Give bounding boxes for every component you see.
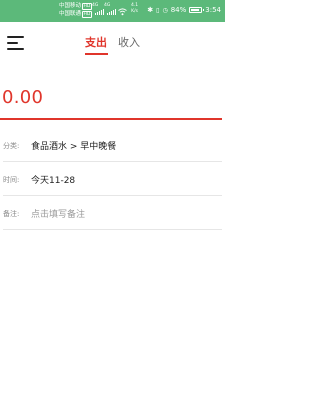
vibrate-icon: ▯: [156, 6, 160, 14]
amount-underline: [0, 118, 222, 120]
carrier1-hd-badge: HD: [82, 3, 92, 10]
carrier2-name: 中国联通: [59, 11, 82, 17]
tab-income[interactable]: 收入: [118, 34, 140, 50]
network1-label: 4G: [92, 3, 99, 8]
toolbar: 支出 收入: [0, 22, 225, 56]
category-label: 分类:: [3, 142, 20, 150]
carrier2-hd-badge: HD: [82, 11, 92, 18]
note-input[interactable]: 点击填写备注: [31, 207, 85, 220]
menu-icon[interactable]: [7, 36, 24, 50]
tab-expense[interactable]: 支出: [85, 34, 107, 50]
wifi-icon: [118, 8, 127, 16]
divider: [3, 229, 222, 230]
carrier-info: 中国移动 HD 中国联通 HD: [59, 2, 92, 18]
network-speed: 4.1 K/s: [131, 3, 138, 15]
status-right: ✱ ▯ ◷ 84% 3:54: [147, 6, 221, 14]
note-label: 备注:: [3, 210, 20, 218]
network2-label: 4G: [104, 3, 111, 8]
category-value: 食品酒水 > 早中晚餐: [31, 142, 117, 152]
carrier1-name: 中国移动: [59, 3, 82, 9]
speed-unit: K/s: [131, 9, 138, 14]
date-label: 时间:: [3, 176, 20, 184]
signal-icon: [95, 9, 104, 15]
amount-display[interactable]: 0.00: [2, 87, 43, 108]
bluetooth-icon: ✱: [147, 6, 154, 14]
alarm-icon: ◷: [162, 6, 168, 14]
signal-icon: [107, 9, 116, 15]
battery-icon: [189, 7, 205, 13]
note-row[interactable]: 备注: 点击填写备注: [0, 196, 222, 230]
status-bar: 中国移动 HD 中国联通 HD 4G 4G 4.1 K/s ✱ ▯ ◷ 84% 3:…: [0, 0, 225, 22]
category-row[interactable]: 分类: 食品酒水 > 早中晚餐: [0, 128, 222, 162]
date-value: 今天11-28: [31, 176, 76, 186]
active-tab-indicator: [85, 53, 108, 55]
battery-percent: 84%: [170, 6, 187, 14]
clock: 3:54: [205, 6, 221, 14]
date-row[interactable]: 时间: 今天11-28: [0, 162, 222, 196]
